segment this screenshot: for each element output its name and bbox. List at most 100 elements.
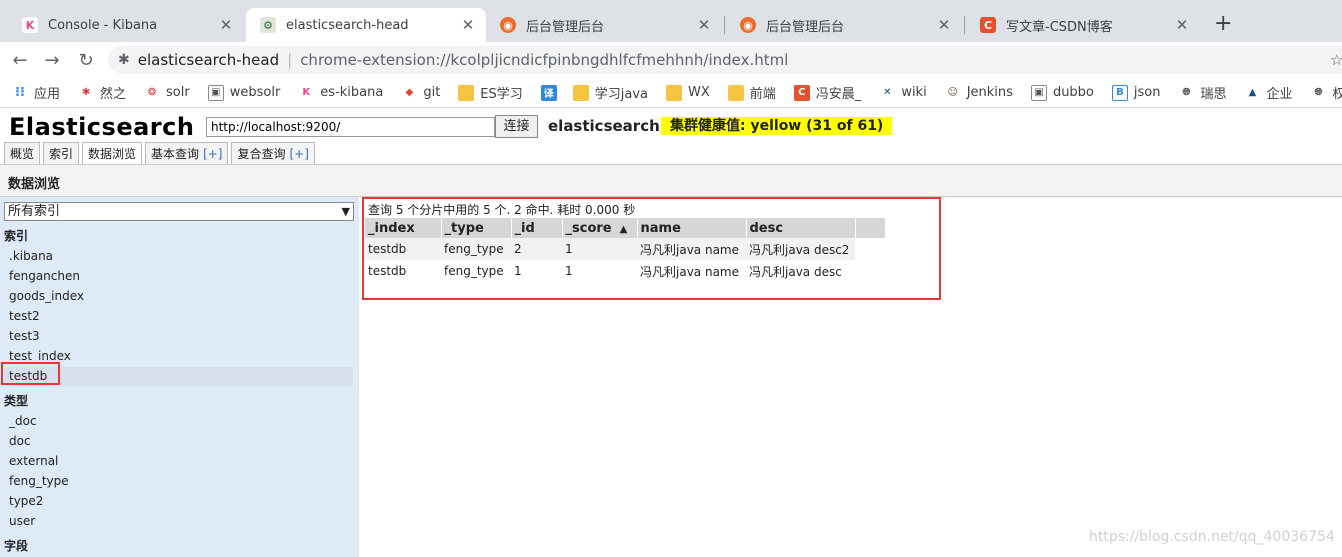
bookmark-csdn[interactable]: C 冯安晨_ [793, 83, 861, 102]
extension-icon: ⚙ [260, 17, 276, 33]
bookmark-es-study[interactable]: ES学习 [458, 83, 523, 102]
bookmark-enterprise[interactable]: ▲ 企业 [1244, 83, 1293, 102]
confluence-icon: ✕ [883, 87, 892, 98]
kibana-icon: K [22, 17, 38, 33]
tab-browser[interactable]: 数据浏览 [82, 142, 143, 164]
folder-icon [458, 84, 475, 101]
browser-tab-strip: K Console - Kibana ✕ ⚙ elasticsearch-hea… [0, 0, 1342, 42]
bookmark-json[interactable]: Bjson [1111, 84, 1160, 101]
address-bar[interactable]: ✱ elasticsearch-head | chrome-extension:… [108, 46, 1342, 74]
folder-icon [666, 84, 683, 101]
watermark: https://blog.csdn.net/qq_40036754 [1089, 529, 1335, 545]
browser-toolbar: ← → ↻ ✱ elasticsearch-head | chrome-exte… [0, 42, 1342, 78]
browser-tab-es-head[interactable]: ⚙ elasticsearch-head ✕ [246, 8, 486, 42]
address-host: elasticsearch-head [137, 51, 280, 69]
index-select[interactable]: 所有索引 ▼ [4, 202, 354, 221]
tab-separator [964, 16, 965, 34]
json-icon: B [1111, 84, 1128, 101]
chevron-down-icon: ▼ [341, 205, 350, 218]
bookmark-solr[interactable]: ❂ solr [144, 85, 190, 101]
bookmark-dubbo[interactable]: ▣ dubbo [1030, 84, 1094, 101]
main-nav-tabs: 概览 索引 数据浏览 基本查询 [+] 复合查询 [+] [4, 142, 318, 164]
bookmark-apps[interactable]: ⁝⁝ 应用 [12, 83, 60, 102]
ranzhi-icon: ✱ [81, 87, 91, 98]
tab-overview[interactable]: 概览 [4, 142, 41, 164]
index-item[interactable]: test3 [4, 327, 353, 346]
index-item[interactable]: test2 [4, 307, 353, 326]
address-url: chrome-extension://kcolpljicndicfpinbngd… [300, 51, 789, 69]
cluster-url-input[interactable] [206, 117, 495, 137]
bookmark-star-icon[interactable]: ☆ [1330, 51, 1342, 69]
cluster-name: elasticsearch [548, 117, 660, 135]
globe-icon: 🌐︎ [1182, 87, 1191, 98]
bookmark-translate[interactable]: 译 [540, 84, 563, 101]
index-item[interactable]: .kibana [4, 247, 353, 266]
browser-tab-kibana[interactable]: K Console - Kibana ✕ [8, 8, 244, 42]
reload-icon[interactable]: ↻ [74, 48, 98, 72]
bookmark-permissions[interactable]: 🌐︎权限 [1311, 83, 1342, 102]
bookmark-wx[interactable]: WX [666, 84, 710, 101]
bookmark-ranzhi[interactable]: ✱ 然之 [78, 83, 126, 102]
type-item[interactable]: doc [4, 432, 353, 451]
add-query-plus[interactable]: [+] [290, 147, 309, 161]
highlight-box-index [1, 362, 60, 385]
jenkins-icon: ☺ [947, 87, 958, 98]
type-item[interactable]: external [4, 452, 353, 471]
types-header: 类型 [4, 394, 29, 408]
close-tab-icon[interactable]: ✕ [218, 16, 234, 34]
close-tab-icon[interactable]: ✕ [696, 16, 712, 34]
index-item[interactable]: goods_index [4, 287, 353, 306]
folder-icon [572, 84, 589, 101]
indices-header: 索引 [4, 229, 29, 243]
section-title: 数据浏览 [0, 164, 1342, 197]
index-item[interactable]: fenganchen [4, 267, 353, 286]
folder-icon [727, 84, 744, 101]
close-tab-icon[interactable]: ✕ [936, 16, 952, 34]
highlight-box-results [362, 197, 941, 300]
image-page-icon: ▣ [1030, 84, 1047, 101]
type-item[interactable]: feng_type [4, 472, 353, 491]
bookmark-git[interactable]: ◆ git [401, 85, 440, 101]
close-tab-icon[interactable]: ✕ [1174, 16, 1190, 34]
puzzle-piece-icon: ✱ [118, 52, 130, 68]
type-item[interactable]: type2 [4, 492, 353, 511]
filter-sidebar: 所有索引 ▼ 索引 .kibana fenganchen goods_index… [0, 197, 359, 557]
image-page-icon: ▣ [207, 84, 224, 101]
fields-header: 字段 [4, 539, 29, 553]
es-head-app: Elasticsearch 连接 elasticsearch 集群健康值: ye… [0, 108, 1342, 557]
new-tab-plus-icon[interactable]: + [1214, 12, 1232, 36]
bookmark-java-study[interactable]: 学习java [572, 83, 648, 102]
browser-tab-admin-2[interactable]: ◉ 后台管理后台 ✕ [726, 8, 962, 42]
connect-button[interactable]: 连接 [495, 115, 538, 138]
add-query-plus[interactable]: [+] [203, 147, 222, 161]
back-arrow-icon[interactable]: ← [8, 48, 32, 72]
type-item[interactable]: user [4, 512, 353, 531]
type-item[interactable]: _doc [4, 412, 353, 431]
admin-icon: ◉ [740, 17, 756, 33]
admin-icon: ◉ [500, 17, 516, 33]
tab-compound-query[interactable]: 复合查询 [+] [231, 142, 315, 164]
bookmark-frontend[interactable]: 前端 [727, 83, 776, 102]
browser-tab-csdn[interactable]: C 写文章-CSDN博客 ✕ [966, 8, 1200, 42]
close-tab-icon[interactable]: ✕ [460, 16, 476, 34]
tab-indices[interactable]: 索引 [43, 142, 80, 164]
bookmark-ruisi[interactable]: 🌐︎ 瑞思 [1178, 83, 1226, 102]
bookmark-jenkins[interactable]: ☺ Jenkins [945, 85, 1012, 101]
bookmarks-bar: ⁝⁝ 应用 ✱ 然之 ❂ solr ▣ websolr Kes-kibana ◆ git … [0, 78, 1342, 108]
gitlab-icon: ◆ [405, 87, 414, 98]
tab-basic-query[interactable]: 基本查询 [+] [145, 142, 229, 164]
brand-title: Elasticsearch [9, 113, 195, 141]
csdn-icon: C [793, 84, 810, 101]
bookmark-es-kibana[interactable]: Kes-kibana [298, 85, 383, 101]
bookmark-websolr[interactable]: ▣ websolr [207, 84, 280, 101]
solr-icon: ❂ [147, 87, 157, 98]
translate-icon: 译 [540, 84, 557, 101]
apps-grid-icon: ⁝⁝ [15, 85, 25, 100]
address-divider: | [287, 51, 293, 69]
bookmark-wiki[interactable]: ✕ wiki [879, 85, 927, 101]
tab-separator [724, 16, 725, 34]
csdn-icon: C [980, 17, 996, 33]
globe-icon: 🌐︎ [1314, 87, 1323, 98]
forward-arrow-icon[interactable]: → [40, 48, 64, 72]
browser-tab-admin-1[interactable]: ◉ 后台管理后台 ✕ [486, 8, 722, 42]
